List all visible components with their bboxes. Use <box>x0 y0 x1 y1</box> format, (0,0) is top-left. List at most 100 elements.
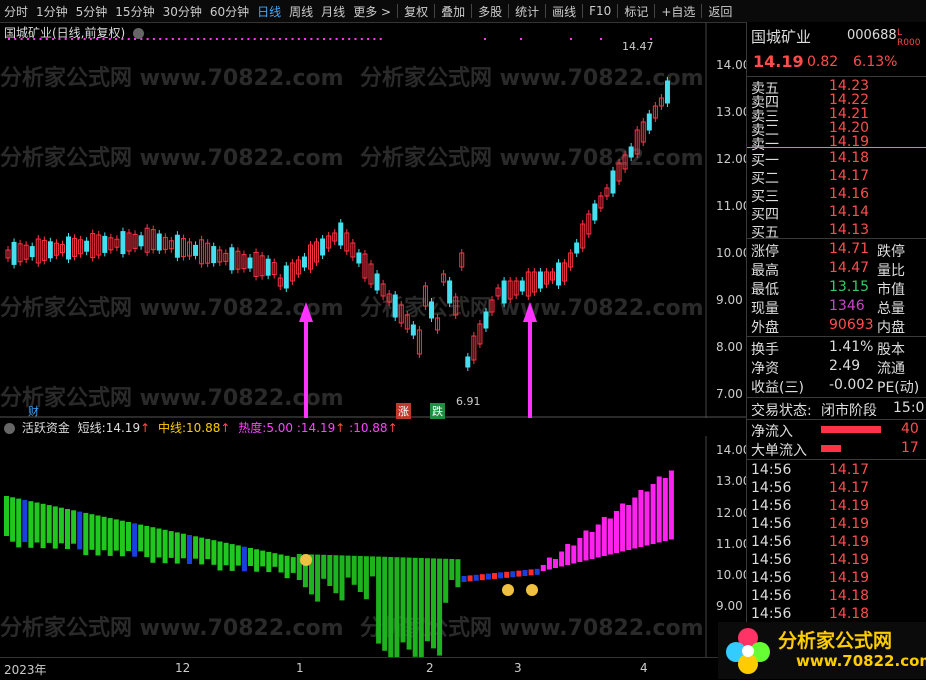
finance-badge[interactable]: 财 <box>28 403 39 419</box>
indicator-bar <box>388 557 394 658</box>
indicator-bar <box>406 557 412 650</box>
tick-price: 14.19 <box>829 516 870 532</box>
signal-dot <box>209 38 212 40</box>
divider <box>747 147 926 148</box>
indicator-bar <box>650 484 656 544</box>
y-tick: 7.00 <box>716 387 743 401</box>
tab-weekly[interactable]: 周线 <box>285 3 317 20</box>
draw-line-button[interactable]: 画线 <box>548 3 580 20</box>
indicator-bar <box>199 537 205 565</box>
indicator-bar <box>290 557 296 573</box>
tick-price: 14.18 <box>829 606 870 622</box>
site-logo: 分析家公式网 www.70822.com <box>718 622 926 679</box>
indicator-bar <box>589 532 595 559</box>
indicator-bar <box>607 518 613 555</box>
stat-label: 收益(三) <box>751 380 804 396</box>
extra1: :14.19 <box>296 421 336 435</box>
candle <box>29 246 35 258</box>
multi-stock-button[interactable]: 多股 <box>474 3 506 20</box>
limit-down-badge[interactable]: 跌 <box>430 403 445 419</box>
candle <box>120 231 126 255</box>
signal-dot <box>228 38 231 40</box>
indicator-bar <box>95 515 101 556</box>
stat-label: 最高 <box>751 263 779 279</box>
indicator-header[interactable]: 活跃资金 短线:14.19↑ 中线:10.88↑ 热度:5.00 :14.19↑… <box>4 419 398 436</box>
back-button[interactable]: 返回 <box>704 3 736 20</box>
tab-60min[interactable]: 60分钟 <box>206 3 253 20</box>
candle <box>483 311 489 329</box>
signal-dot <box>379 38 382 40</box>
divider <box>747 419 926 420</box>
stat-label-right: 总量 <box>877 301 905 317</box>
overlay-button[interactable]: 叠加 <box>437 3 469 20</box>
price-change-pct: 6.13% <box>853 54 898 70</box>
indicator-bar <box>559 551 565 567</box>
indicator-bar <box>376 556 382 644</box>
net-inflow-label: 净流入 <box>751 424 793 440</box>
toolbar-divider <box>545 4 547 18</box>
bid-row: 买三 14.16 <box>751 186 925 205</box>
indicator-bar <box>400 557 406 643</box>
active-funds-indicator-chart[interactable] <box>0 436 746 658</box>
tab-daily[interactable]: 日线 <box>253 3 285 20</box>
stat-value: -0.002 <box>829 377 875 393</box>
tab-15min[interactable]: 15分钟 <box>111 3 158 20</box>
indicator-bar <box>345 555 351 578</box>
signal-dot <box>316 38 319 40</box>
candle <box>374 273 380 291</box>
indicator-bar <box>473 574 479 581</box>
tick-row: 14:56 14.19 <box>751 570 925 588</box>
candle <box>465 356 471 368</box>
x-tick: 2023年 <box>4 663 47 677</box>
toolbar-divider <box>508 4 510 18</box>
indicator-bar <box>83 512 89 556</box>
limit-up-badge[interactable]: 涨 <box>396 403 411 419</box>
indicator-bar <box>443 558 449 603</box>
indicator-bar <box>357 556 363 592</box>
bid-price: 14.14 <box>829 204 870 220</box>
stats-button[interactable]: 统计 <box>511 3 543 20</box>
settings-circle-icon[interactable] <box>133 28 145 39</box>
toolbar-divider <box>434 4 436 18</box>
indicator-bar <box>522 570 528 576</box>
tab-30min[interactable]: 30分钟 <box>159 3 206 20</box>
settings-circle-icon[interactable] <box>4 423 15 434</box>
indicator-bar <box>107 518 113 556</box>
tick-time: 14:56 <box>751 516 792 532</box>
tab-monthly[interactable]: 月线 <box>317 3 349 20</box>
indicator-bar <box>211 540 217 565</box>
add-favorite-button[interactable]: +自选 <box>657 3 699 20</box>
indicator-bar <box>656 476 662 543</box>
stat-label-right: 市值 <box>877 282 905 298</box>
indicator-bar <box>540 565 546 571</box>
indicator-bar <box>662 478 668 541</box>
indicator-bar <box>40 503 46 549</box>
money-bag-icon <box>300 554 312 566</box>
heat-label: 热度: <box>238 421 267 435</box>
tab-1min[interactable]: 1分钟 <box>32 3 72 20</box>
tab-5min[interactable]: 5分钟 <box>72 3 112 20</box>
signal-dot <box>310 38 313 40</box>
divider <box>747 336 926 337</box>
tab-fenshi[interactable]: 分时 <box>0 3 32 20</box>
f10-button[interactable]: F10 <box>585 4 615 18</box>
indicator-bar <box>180 533 186 559</box>
candle <box>592 203 598 221</box>
signal-dot <box>354 38 357 40</box>
stock-title: 国城矿业(日线,前复权) <box>4 26 126 40</box>
stat-label-right: 量比 <box>877 263 905 279</box>
signal-dot <box>367 38 370 40</box>
bid-price: 14.13 <box>829 222 870 238</box>
indicator-bar <box>71 510 77 544</box>
main-chart-title[interactable]: 国城矿业(日线,前复权) <box>4 24 145 41</box>
candle <box>429 301 434 319</box>
candlestick-chart[interactable] <box>0 22 746 418</box>
indicator-bar <box>595 524 601 558</box>
tick-price: 14.17 <box>829 462 870 478</box>
indicator-bar <box>10 497 16 542</box>
candle <box>211 246 217 264</box>
fuquan-button[interactable]: 复权 <box>400 3 432 20</box>
mark-button[interactable]: 标记 <box>620 3 652 20</box>
tab-more[interactable]: 更多 > <box>349 3 395 20</box>
indicator-bar <box>351 555 357 585</box>
